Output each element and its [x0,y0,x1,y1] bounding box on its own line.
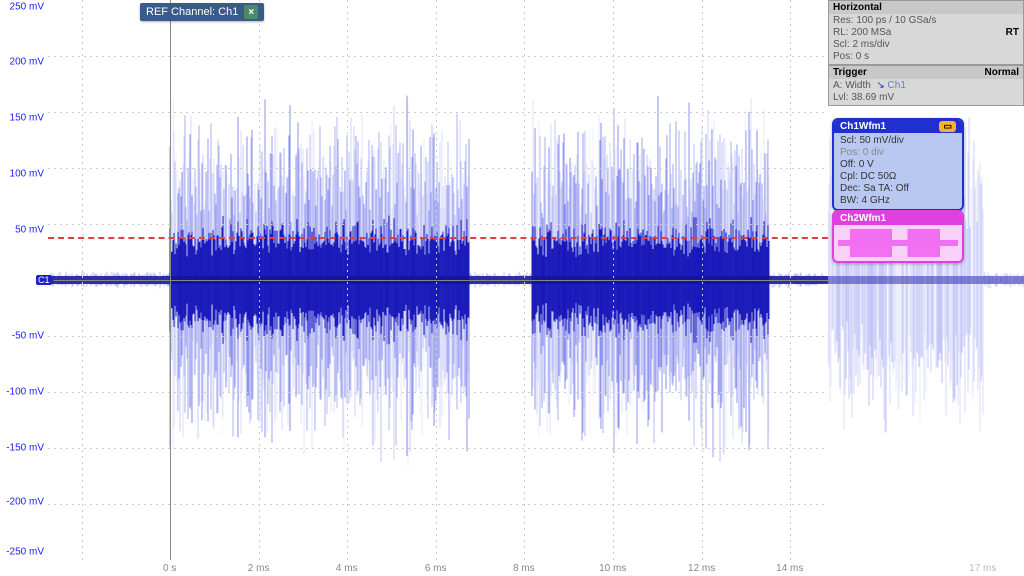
trigger-level: Lvl: 38.69 mV [833,92,1019,104]
horiz-rt: RT [1006,27,1019,39]
ch1-scl: Scl: 50 mV/div [840,135,956,147]
close-icon[interactable]: × [244,5,258,19]
trigger-source: Ch1 [888,80,906,91]
horiz-rl: RL: 200 MSa [833,27,891,38]
trigger-type: A: Width [833,80,871,91]
x-tick: 0 s [163,563,176,574]
x-tick: 2 ms [248,563,270,574]
oscilloscope-plot[interactable]: C1 [48,0,828,560]
ch2-panel-title: Ch2Wfm1 [834,212,962,225]
x-tick: 10 ms [599,563,626,574]
ch1-waveform-panel[interactable]: Ch1Wfm1 ▭ Scl: 50 mV/div Pos: 0 div Off:… [832,118,964,211]
y-tick: -200 mV [6,497,44,508]
ref-channel-label: REF Channel: Ch1 [146,6,238,18]
y-tick: 250 mV [10,1,44,12]
x-tick: 14 ms [776,563,803,574]
x-tick: 4 ms [336,563,358,574]
ch1-panel-title: Ch1Wfm1 [840,121,886,132]
y-tick: 100 mV [10,168,44,179]
y-tick: -150 mV [6,443,44,454]
panel-badge-icon: ▭ [939,121,956,132]
horizontal-title: Horizontal [833,2,882,13]
trigger-title: Trigger [833,67,867,78]
ch2-waveform-panel[interactable]: Ch2Wfm1 [832,210,964,263]
y-tick: -50 mV [12,331,44,342]
ch1-dec: Dec: Sa TA: Off [840,183,956,195]
horiz-scl: Scl: 2 ms/div [833,39,1019,51]
ch1-off: Off: 0 V [840,159,956,171]
side-panels: Horizontal Res: 100 ps / 10 GSa/s RL: 20… [828,0,1024,576]
x-axis-labels: 0 s 2 ms 4 ms 6 ms 8 ms 10 ms 12 ms 14 m… [48,558,828,574]
y-tick: -100 mV [6,387,44,398]
ref-channel-tab[interactable]: REF Channel: Ch1 × [140,3,264,21]
ch2-mini-waveform [834,225,962,261]
trigger-level-line[interactable] [48,237,828,239]
ch1-pos: Pos: 0 div [840,147,956,159]
ch1-cpl: Cpl: DC 50Ω [840,171,956,183]
horiz-res: Res: 100 ps / 10 GSa/s [833,15,936,26]
trigger-panel[interactable]: Trigger Normal A: Width ↘ Ch1 Lvl: 38.69… [828,65,1024,106]
x-tick: 12 ms [688,563,715,574]
ch1-bw: BW: 4 GHz [840,195,956,207]
y-tick: 150 mV [10,112,44,123]
x-tick: 6 ms [425,563,447,574]
channel-1-marker[interactable]: C1 [36,275,52,285]
trigger-mode: Normal [985,67,1019,78]
y-tick: -250 mV [6,546,44,557]
y-tick: 200 mV [10,56,44,67]
y-tick: 50 mV [15,224,44,235]
horizontal-panel[interactable]: Horizontal Res: 100 ps / 10 GSa/s RL: 20… [828,0,1024,65]
x-tick: 8 ms [513,563,535,574]
horiz-pos: Pos: 0 s [833,51,1019,63]
